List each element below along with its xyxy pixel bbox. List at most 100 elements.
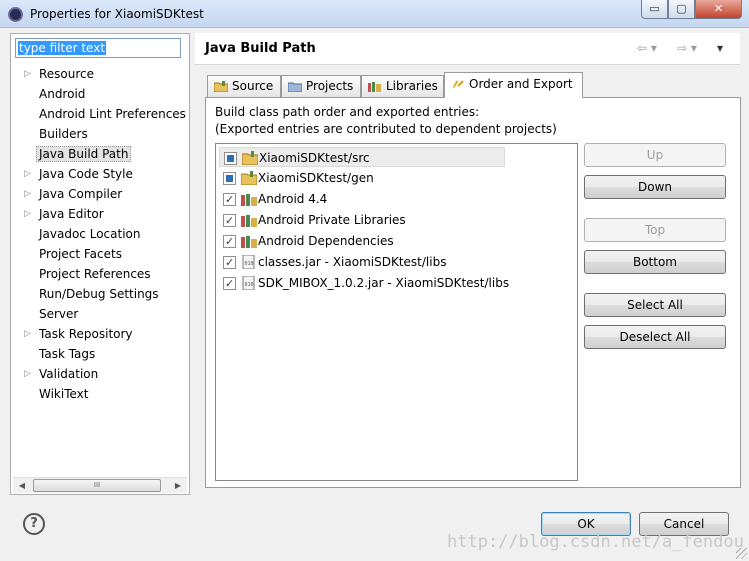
forward-nav-button[interactable]: ⇨ ▾ <box>677 41 697 55</box>
help-icon[interactable]: ? <box>23 513 45 535</box>
source-folder-icon <box>214 81 228 92</box>
tree-item[interactable]: ▷ Java Editor <box>11 204 189 224</box>
tree-item[interactable]: Android Lint Preferences <box>11 104 189 124</box>
expand-arrow-icon[interactable]: ▷ <box>24 164 31 184</box>
export-checkbox[interactable] <box>223 274 236 294</box>
tree-item-label: Java Compiler <box>39 187 123 201</box>
tree-item-label: Task Repository <box>39 327 133 341</box>
title-bar[interactable]: Properties for XiaomiSDKtest ▭ ▢ ✕ <box>0 0 749 28</box>
library-icon <box>241 194 257 206</box>
tree-item[interactable]: Run/Debug Settings <box>11 284 189 304</box>
export-checkbox[interactable] <box>224 152 237 165</box>
watermark-text: http://blog.csdn.net/a_fendou <box>447 532 744 552</box>
export-checkbox[interactable] <box>223 211 236 231</box>
tree-item-label: Project References <box>39 267 151 281</box>
build-path-entry[interactable]: XiaomiSDKtest/src <box>219 147 505 167</box>
tree-item[interactable]: Android <box>11 84 189 104</box>
tree-item[interactable]: ▷ Java Compiler <box>11 184 189 204</box>
source-folder-icon <box>242 151 258 165</box>
export-checkbox[interactable] <box>223 232 236 252</box>
tab-order-and-export-label: Order and Export <box>469 77 573 91</box>
resize-grip[interactable] <box>736 548 747 559</box>
filter-input[interactable]: type filter text <box>15 38 181 58</box>
jar-icon: 010 <box>242 255 255 269</box>
tab-order-and-export[interactable]: Order and Export <box>444 72 583 98</box>
bottom-button[interactable]: Bottom <box>584 250 726 274</box>
property-pages-pane: type filter text ▷ Resource Android Android… <box>10 33 190 495</box>
tree-item-label: Java Code Style <box>39 167 133 181</box>
svg-text:010: 010 <box>245 282 254 288</box>
up-button[interactable]: Up <box>584 143 726 167</box>
tree-item[interactable]: Java Build Path <box>11 144 189 164</box>
description-line-2: (Exported entries are contributed to dep… <box>215 122 557 136</box>
tree-item[interactable]: ▷ Validation <box>11 364 189 384</box>
tree-item[interactable]: Task Tags <box>11 344 189 364</box>
tree-item[interactable]: ▷ Java Code Style <box>11 164 189 184</box>
minimize-button[interactable]: ▭ <box>641 0 668 19</box>
export-checkbox[interactable] <box>223 190 236 210</box>
tree-item-label: Javadoc Location <box>39 227 141 241</box>
entry-label: Android Dependencies <box>258 234 394 248</box>
close-button[interactable]: ✕ <box>695 0 742 19</box>
horizontal-scrollbar[interactable]: ◀ III ▶ <box>13 477 187 493</box>
jar-icon: 010 <box>242 276 255 290</box>
expand-arrow-icon[interactable]: ▷ <box>24 64 31 84</box>
scroll-left-icon[interactable]: ◀ <box>15 479 29 493</box>
tree-item-label: Run/Debug Settings <box>39 287 159 301</box>
tree-item-label: Java Build Path <box>36 146 132 162</box>
tree-item-label: Task Tags <box>39 347 96 361</box>
tab-source[interactable]: Source <box>207 75 281 97</box>
top-button[interactable]: Top <box>584 218 726 242</box>
export-checkbox[interactable] <box>223 253 236 273</box>
back-nav-button[interactable]: ⇦ ▾ <box>637 41 657 55</box>
maximize-button[interactable]: ▢ <box>668 0 695 19</box>
build-path-entries-list[interactable]: XiaomiSDKtest/src XiaomiSDKtest/gen Androi… <box>215 143 578 481</box>
tab-libraries[interactable]: Libraries <box>361 75 444 97</box>
window-title: Properties for XiaomiSDKtest <box>30 7 204 21</box>
expand-arrow-icon[interactable]: ▷ <box>24 364 31 384</box>
projects-icon <box>288 82 302 92</box>
tree-item[interactable]: ▷ Resource <box>11 64 189 84</box>
tree-item-label: Android Lint Preferences <box>39 107 186 121</box>
select-all-button[interactable]: Select All <box>584 293 726 317</box>
view-menu-button[interactable]: ▾ <box>717 41 723 55</box>
tab-source-label: Source <box>232 79 274 93</box>
tree-item-label: Builders <box>39 127 88 141</box>
tree-item[interactable]: Javadoc Location <box>11 224 189 244</box>
source-folder-icon <box>241 171 257 185</box>
page-title: Java Build Path <box>205 41 316 56</box>
scroll-right-icon[interactable]: ▶ <box>171 479 185 493</box>
expand-arrow-icon[interactable]: ▷ <box>24 204 31 224</box>
export-checkbox[interactable] <box>223 172 236 185</box>
expand-arrow-icon[interactable]: ▷ <box>24 184 31 204</box>
description-line-1: Build class path order and exported entr… <box>215 105 480 119</box>
filter-input-text: type filter text <box>18 41 107 55</box>
tree-item[interactable]: Project References <box>11 264 189 284</box>
tab-projects[interactable]: Projects <box>281 75 361 97</box>
order-export-icon <box>453 80 464 88</box>
tree-item-label: WikiText <box>39 387 89 401</box>
entry-label: Android Private Libraries <box>258 213 406 227</box>
entry-label: Android 4.4 <box>258 192 328 206</box>
entry-label: XiaomiSDKtest/gen <box>258 171 374 185</box>
svg-text:010: 010 <box>245 261 254 267</box>
tree-item-label: Resource <box>39 67 95 81</box>
libraries-icon <box>368 82 381 92</box>
tree-item[interactable]: Project Facets <box>11 244 189 264</box>
tab-projects-label: Projects <box>306 79 354 93</box>
tree-item[interactable]: ▷ Task Repository <box>11 324 189 344</box>
page-header: Java Build Path ⇦ ▾ ⇨ ▾ ▾ <box>195 33 740 65</box>
tree-item[interactable]: WikiText <box>11 384 189 404</box>
tree-item-label: Java Editor <box>39 207 104 221</box>
library-icon <box>241 236 257 248</box>
tab-libraries-label: Libraries <box>386 79 438 93</box>
tree-item-label: Server <box>39 307 79 321</box>
scroll-thumb[interactable]: III <box>33 479 161 492</box>
tree-item[interactable]: Builders <box>11 124 189 144</box>
tree-item-label: Project Facets <box>39 247 122 261</box>
expand-arrow-icon[interactable]: ▷ <box>24 324 31 344</box>
down-button[interactable]: Down <box>584 175 726 199</box>
panel-description: Build class path order and exported entr… <box>215 104 557 138</box>
deselect-all-button[interactable]: Deselect All <box>584 325 726 349</box>
tree-item[interactable]: Server <box>11 304 189 324</box>
